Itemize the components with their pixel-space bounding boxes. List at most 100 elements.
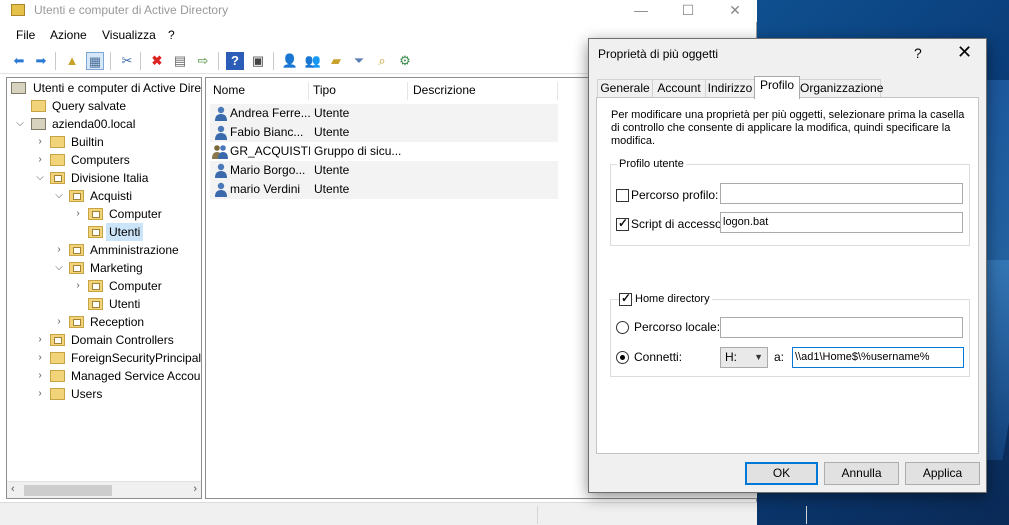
- ou-icon: [88, 280, 103, 292]
- column-divider[interactable]: [308, 82, 309, 100]
- ou-icon: [69, 190, 84, 202]
- properties-icon[interactable]: ▤: [171, 52, 189, 70]
- menu-azione[interactable]: Azione: [50, 28, 87, 42]
- local-path-field[interactable]: [720, 317, 963, 338]
- console-tree[interactable]: Utenti e computer di Active Directory Qu…: [6, 77, 202, 499]
- folder-icon: [50, 370, 65, 382]
- folder-icon: [50, 154, 65, 166]
- logon-script-field[interactable]: logon.bat: [720, 212, 963, 233]
- column-divider[interactable]: [557, 82, 558, 100]
- tab-indirizzo[interactable]: Indirizzo: [705, 79, 755, 98]
- column-header-nome[interactable]: Nome: [213, 83, 245, 97]
- home-directory-group: Home directory Percorso locale: Connetti…: [610, 291, 970, 377]
- folder-icon: [50, 136, 65, 148]
- export-icon[interactable]: ⇨: [194, 52, 212, 70]
- list-item[interactable]: GR_ACQUISTI Gruppo di sicu...: [210, 142, 558, 161]
- profile-path-checkbox[interactable]: [616, 189, 629, 202]
- connect-radio[interactable]: [616, 351, 629, 364]
- ou-icon: [69, 244, 84, 256]
- list-item[interactable]: Mario Borgo... Utente: [210, 161, 558, 180]
- tree-item-label: Amministrazione: [90, 243, 179, 257]
- new-user-icon[interactable]: 👤: [281, 52, 299, 70]
- chevron-right-icon[interactable]: ›: [54, 241, 64, 259]
- tree-item-label: Users: [71, 387, 103, 401]
- chevron-right-icon[interactable]: ›: [35, 349, 45, 367]
- dialog-help-button[interactable]: ?: [914, 45, 922, 61]
- help-icon[interactable]: ?: [226, 52, 244, 70]
- list-item[interactable]: Fabio Bianc... Utente: [210, 123, 558, 142]
- delegate-icon[interactable]: ⚙: [396, 52, 414, 70]
- minimize-button[interactable]: —: [618, 0, 664, 22]
- toolbar-separator: [218, 52, 219, 70]
- home-directory-checkbox[interactable]: [619, 291, 632, 306]
- new-group-icon[interactable]: 👥: [304, 52, 322, 70]
- column-header-descrizione[interactable]: Descrizione: [413, 83, 476, 97]
- scrollbar-thumb[interactable]: [24, 485, 112, 496]
- list-item[interactable]: mario Verdini Utente: [210, 180, 558, 199]
- back-arrow-icon[interactable]: ⬅: [10, 52, 28, 70]
- delete-icon[interactable]: ✖: [148, 52, 166, 70]
- apply-button[interactable]: Applica: [905, 462, 980, 485]
- list-item-type: Utente: [314, 106, 350, 120]
- dialog-close-button[interactable]: ✕: [957, 42, 972, 63]
- find-icon[interactable]: ⌕: [373, 52, 391, 70]
- chevron-down-icon[interactable]: ⌵: [54, 259, 64, 277]
- tab-account[interactable]: Account: [652, 79, 706, 98]
- scroll-left-icon[interactable]: ‹: [11, 483, 15, 495]
- chevron-right-icon[interactable]: ›: [35, 385, 45, 403]
- up-folder-icon[interactable]: ▲: [63, 52, 81, 70]
- chevron-right-icon[interactable]: ›: [35, 331, 45, 349]
- menu-visualizza[interactable]: Visualizza: [102, 28, 156, 42]
- column-divider[interactable]: [407, 82, 408, 100]
- drive-letter-value: H:: [725, 350, 737, 364]
- tree-horizontal-scrollbar[interactable]: ‹ ›: [7, 481, 201, 498]
- chevron-right-icon[interactable]: ›: [35, 367, 45, 385]
- properties-dialog: Proprietà di più oggetti ? ✕ Generale Ac…: [588, 38, 987, 493]
- chevron-right-icon[interactable]: ›: [73, 277, 83, 295]
- tree-item-label: Utenti: [109, 297, 141, 311]
- tree-item-label: Computers: [71, 153, 130, 167]
- list-item-name: Mario Borgo...: [230, 163, 306, 177]
- cut-icon[interactable]: ✂: [118, 52, 136, 70]
- show-tree-icon[interactable]: ▦: [86, 52, 104, 70]
- toolbar-separator: [110, 52, 111, 70]
- profilo-panel: Per modificare una proprietà per più ogg…: [596, 97, 979, 454]
- tree-item-label: Marketing: [90, 261, 143, 275]
- filter-icon[interactable]: ⏷: [350, 52, 368, 70]
- tab-organizzazione[interactable]: Organizzazione: [799, 79, 883, 98]
- local-path-radio[interactable]: [616, 321, 629, 334]
- chevron-down-icon[interactable]: ⌵: [35, 169, 45, 187]
- profile-path-field[interactable]: [720, 183, 963, 204]
- tree-item-label: Reception: [90, 315, 145, 329]
- maximize-button[interactable]: ☐: [665, 0, 711, 22]
- list-item-name: mario Verdini: [230, 182, 301, 196]
- tree-item-label: ForeignSecurityPrincipals: [71, 351, 202, 365]
- list-item[interactable]: Andrea Ferre... Utente: [210, 104, 558, 123]
- forward-arrow-icon[interactable]: ➡: [32, 52, 50, 70]
- chevron-down-icon[interactable]: ⌵: [54, 187, 64, 205]
- tab-profilo[interactable]: Profilo: [754, 76, 800, 99]
- tab-generale[interactable]: Generale: [597, 79, 653, 98]
- chevron-right-icon[interactable]: ›: [35, 151, 45, 169]
- ok-button[interactable]: OK: [745, 462, 818, 485]
- cancel-button[interactable]: Annulla: [824, 462, 899, 485]
- list-item-type: Utente: [314, 182, 350, 196]
- new-ou-icon[interactable]: ▰: [327, 52, 345, 70]
- user-icon: [215, 106, 227, 121]
- logon-script-checkbox[interactable]: [616, 216, 629, 231]
- chevron-down-icon[interactable]: ⌵: [15, 115, 25, 133]
- column-header-tipo[interactable]: Tipo: [313, 83, 336, 97]
- menu-file[interactable]: File: [16, 28, 35, 42]
- domain-icon: [31, 118, 46, 130]
- scroll-right-icon[interactable]: ›: [193, 483, 197, 495]
- drive-letter-select[interactable]: H: ▼: [720, 347, 768, 368]
- chevron-right-icon[interactable]: ›: [54, 313, 64, 331]
- chevron-right-icon[interactable]: ›: [73, 205, 83, 223]
- menu-help[interactable]: ?: [168, 28, 175, 42]
- tree-item-label: Builtin: [71, 135, 104, 149]
- ou-icon: [50, 172, 65, 184]
- close-button[interactable]: ✕: [712, 0, 758, 22]
- home-path-field[interactable]: \\ad1\Home$\%username%: [792, 347, 964, 368]
- console-icon[interactable]: ▣: [249, 52, 267, 70]
- chevron-right-icon[interactable]: ›: [35, 133, 45, 151]
